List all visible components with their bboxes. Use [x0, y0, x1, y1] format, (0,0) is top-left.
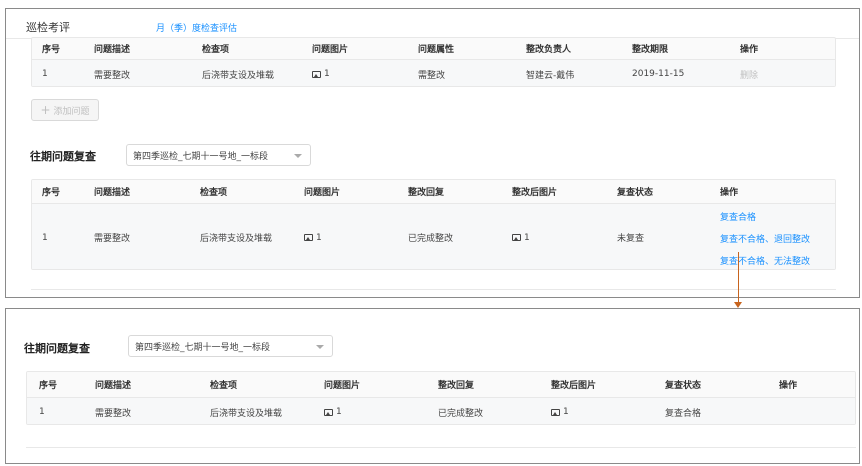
col-after-pic: 整改后图片	[551, 381, 597, 391]
review-fail-unfixable-link[interactable]: 复查不合格、无法整改	[720, 254, 810, 267]
review-section-title: 往期问题复查	[24, 342, 90, 355]
row-after-pic-count: 1	[563, 407, 569, 417]
top-screenshot-panel: 巡检考评 月（季）度检查评估 序号 问题描述 检查项 问题图片 问题属性 整改负…	[5, 8, 860, 298]
col-index: 序号	[42, 45, 61, 55]
review-table-header: 序号 问题描述 检查项 问题图片 整改回复 整改后图片 复查状态 操作	[32, 180, 835, 204]
col-action: 操作	[740, 45, 759, 55]
period-select[interactable]: 第四季巡检_七期十一号地_一标段	[126, 144, 311, 166]
row-after-pic[interactable]: 1	[551, 407, 569, 417]
image-icon	[312, 70, 321, 78]
bottom-screenshot-panel: 往期问题复查 第四季巡检_七期十一号地_一标段 序号 问题描述 检查项 问题图片…	[5, 308, 860, 464]
section-divider	[26, 447, 856, 448]
image-icon	[551, 408, 560, 416]
chevron-down-icon	[294, 154, 302, 158]
col-pic: 问题图片	[324, 381, 361, 391]
review-pass-link[interactable]: 复查合格	[720, 210, 756, 223]
row-after-pic-count: 1	[524, 232, 530, 243]
row-reply: 已完成整改	[438, 408, 484, 419]
col-item: 检查项	[210, 381, 238, 391]
add-issue-label: 添加问题	[53, 106, 90, 117]
col-after-pic: 整改后图片	[512, 188, 558, 198]
table-row: 1 需要整改 后浇带支设及堆载 1 需整改 智建云-戴伟 2019-11-15 …	[32, 60, 835, 86]
add-issue-button[interactable]: + 添加问题	[31, 99, 99, 121]
row-item: 后浇带支设及堆载	[202, 70, 275, 81]
row-desc: 需要整改	[94, 70, 131, 81]
col-index: 序号	[42, 188, 61, 198]
annotation-arrow-line	[738, 252, 739, 304]
row-pic[interactable]: 1	[324, 407, 342, 417]
image-icon	[304, 234, 313, 241]
review-table: 序号 问题描述 检查项 问题图片 整改回复 整改后图片 复查状态 操作 1 需要…	[26, 371, 856, 425]
row-pic-count: 1	[336, 407, 342, 417]
row-owner: 智建云-戴伟	[526, 70, 575, 81]
col-item: 检查项	[202, 45, 230, 55]
row-deadline: 2019-11-15	[632, 69, 685, 79]
review-section-title: 往期问题复查	[30, 150, 96, 163]
col-item: 检查项	[200, 188, 228, 198]
plus-icon: +	[40, 103, 51, 117]
chevron-down-icon	[316, 345, 324, 349]
section-divider	[31, 289, 836, 290]
col-index: 序号	[39, 381, 58, 391]
row-pic[interactable]: 1	[312, 69, 330, 79]
monthly-evaluation-link[interactable]: 月（季）度检查评估	[156, 21, 237, 34]
period-select-value: 第四季巡检_七期十一号地_一标段	[133, 151, 269, 162]
review-table-header: 序号 问题描述 检查项 问题图片 整改回复 整改后图片 复查状态 操作	[27, 372, 855, 398]
image-icon	[324, 408, 333, 416]
issues-table: 序号 问题描述 检查项 问题图片 问题属性 整改负责人 整改期限 操作 1 需要…	[31, 37, 836, 87]
col-reply: 整改回复	[408, 188, 445, 198]
row-item: 后浇带支设及堆载	[200, 234, 273, 244]
row-index: 1	[42, 232, 48, 243]
row-index: 1	[39, 407, 45, 417]
row-pic-count: 1	[316, 232, 322, 243]
col-desc: 问题描述	[94, 45, 131, 55]
table-row: 1 需要整改 后浇带支设及堆载 1 已完成整改 1 复查合格	[27, 398, 855, 424]
image-icon	[512, 234, 521, 241]
review-fail-return-link[interactable]: 复查不合格、退回整改	[720, 232, 810, 245]
delete-link[interactable]: 删除	[740, 68, 758, 81]
page-title: 巡检考评	[26, 21, 70, 34]
period-select-value: 第四季巡检_七期十一号地_一标段	[135, 342, 271, 353]
col-status: 复查状态	[665, 381, 702, 391]
col-desc: 问题描述	[94, 188, 131, 198]
row-item: 后浇带支设及堆载	[210, 408, 283, 419]
page-header: 巡检考评 月（季）度检查评估	[26, 17, 237, 37]
col-owner: 整改负责人	[526, 45, 572, 55]
col-status: 复查状态	[617, 188, 654, 198]
row-desc: 需要整改	[94, 234, 131, 244]
col-desc: 问题描述	[95, 381, 132, 391]
table-row: 1 需要整改 后浇带支设及堆载 1 已完成整改 1 未复查 复查合格 复查不合格…	[32, 204, 835, 269]
review-table: 序号 问题描述 检查项 问题图片 整改回复 整改后图片 复查状态 操作 1 需要…	[31, 179, 836, 270]
row-pic-count: 1	[324, 69, 330, 79]
row-reply: 已完成整改	[408, 234, 454, 244]
col-attr: 问题属性	[418, 45, 455, 55]
row-attr: 需整改	[418, 70, 446, 81]
col-action: 操作	[779, 381, 798, 391]
row-desc: 需要整改	[95, 408, 132, 419]
period-select[interactable]: 第四季巡检_七期十一号地_一标段	[128, 335, 333, 357]
col-pic: 问题图片	[304, 188, 341, 198]
col-action: 操作	[720, 188, 739, 198]
col-deadline: 整改期限	[632, 45, 669, 55]
issues-table-header: 序号 问题描述 检查项 问题图片 问题属性 整改负责人 整改期限 操作	[32, 38, 835, 60]
row-index: 1	[42, 69, 48, 79]
row-after-pic[interactable]: 1	[512, 233, 530, 243]
row-status: 未复查	[617, 234, 645, 244]
row-status: 复查合格	[665, 408, 702, 419]
col-reply: 整改回复	[438, 381, 475, 391]
col-pic: 问题图片	[312, 45, 349, 55]
row-pic[interactable]: 1	[304, 233, 322, 243]
